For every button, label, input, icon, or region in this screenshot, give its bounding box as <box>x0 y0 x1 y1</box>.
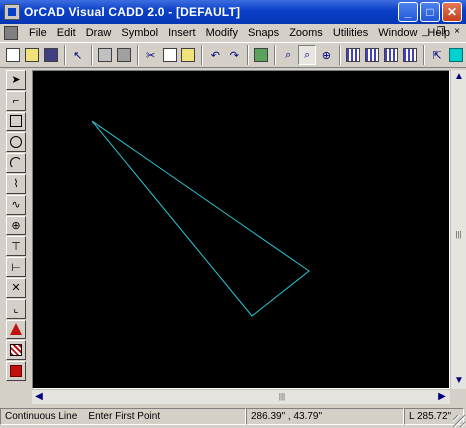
pointer-icon[interactable]: ➤ <box>6 70 26 90</box>
text-icon[interactable]: ⊢ <box>6 257 26 277</box>
copy-icon[interactable] <box>161 45 179 65</box>
menu-insert[interactable]: Insert <box>163 27 201 39</box>
maximize-button[interactable]: □ <box>420 2 440 22</box>
status-prompt: Enter First Point <box>88 411 161 422</box>
toolbar-separator <box>247 45 250 65</box>
properties-icon[interactable] <box>401 45 419 65</box>
app-icon[interactable] <box>4 4 20 20</box>
grid-icon[interactable] <box>344 45 362 65</box>
status-line-type: Continuous Line <box>5 411 78 422</box>
zoom-window-icon[interactable]: ⌕ <box>279 45 297 65</box>
toolbar-separator <box>63 45 66 65</box>
ortho-icon[interactable] <box>363 45 381 65</box>
mdi-close-button[interactable]: × <box>450 26 464 39</box>
print-icon[interactable] <box>96 45 114 65</box>
document-icon[interactable] <box>4 26 18 40</box>
toolbar-separator <box>201 45 204 65</box>
cut-icon[interactable]: ✂ <box>142 45 160 65</box>
toolbar-separator <box>274 45 277 65</box>
layers-icon[interactable] <box>252 45 270 65</box>
fill-icon[interactable] <box>6 361 26 381</box>
title-bar: OrCAD Visual CADD 2.0 - [DEFAULT] _ □ ✕ <box>0 0 466 24</box>
menu-snaps[interactable]: Snaps <box>243 27 284 39</box>
snap-icon[interactable] <box>382 45 400 65</box>
fillet-icon[interactable] <box>6 319 26 340</box>
scroll-up-icon[interactable]: ▲ <box>452 70 466 84</box>
menu-draw[interactable]: Draw <box>81 27 117 39</box>
drawing-svg <box>91 120 310 317</box>
toolbar-separator <box>136 45 139 65</box>
undo-icon[interactable]: ↶ <box>206 45 224 65</box>
save-icon[interactable] <box>42 45 60 65</box>
status-coordinates: 286.39" , 43.79" <box>246 408 404 425</box>
window-title: OrCAD Visual CADD 2.0 - [DEFAULT] <box>24 5 241 19</box>
toolbar-separator <box>423 45 426 65</box>
help-icon[interactable]: ⇱ <box>428 45 446 65</box>
redo-icon[interactable]: ↷ <box>225 45 243 65</box>
new-icon[interactable] <box>4 45 22 65</box>
point-icon[interactable]: ⊕ <box>6 215 26 236</box>
menu-symbol[interactable]: Symbol <box>116 27 163 39</box>
vertical-scrollbar[interactable]: ▲ ||| ▼ <box>450 70 466 389</box>
select-icon[interactable]: ↖ <box>69 45 87 65</box>
status-bar: Continuous Line Enter First Point 286.39… <box>0 405 466 428</box>
drawing-canvas[interactable] <box>32 70 450 389</box>
toolbar-separator <box>339 45 342 65</box>
menu-file[interactable]: File <box>24 27 52 39</box>
vertical-scroll-thumb[interactable]: ||| <box>452 230 465 244</box>
scroll-down-icon[interactable]: ▼ <box>452 374 466 388</box>
scroll-right-icon[interactable]: ▶ <box>435 390 449 404</box>
toolbar-separator <box>90 45 93 65</box>
mdi-minimize-button[interactable]: _ <box>418 26 432 39</box>
rectangle-icon[interactable] <box>6 111 26 132</box>
close-button[interactable]: ✕ <box>442 2 462 22</box>
triangle-shape[interactable] <box>91 120 310 317</box>
menu-edit[interactable]: Edit <box>52 27 81 39</box>
main-toolbar: ↖ ✂ ↶ ↷ ⌕ ⌕ ⊕ ⇱ <box>0 42 466 68</box>
dimension-icon[interactable]: ⊤ <box>6 236 26 257</box>
scroll-left-icon[interactable]: ◀ <box>32 390 46 404</box>
menu-utilities[interactable]: Utilities <box>328 27 373 39</box>
status-message: Continuous Line Enter First Point <box>0 408 246 425</box>
curve-icon[interactable]: ∿ <box>6 194 26 215</box>
window-controls: _ □ ✕ <box>398 2 462 22</box>
mdi-controls: _ ❐ × <box>418 26 464 39</box>
paste-icon[interactable] <box>180 45 198 65</box>
trim-icon[interactable]: ⌞ <box>6 298 26 319</box>
arc-icon[interactable] <box>6 153 26 173</box>
menu-zooms[interactable]: Zooms <box>284 27 328 39</box>
draw-tool-palette: ➤ ⌐ ⌇ ∿ ⊕ ⊤ ⊢ ✕ ⌞ <box>6 70 30 382</box>
zoom-in-icon[interactable]: ⊕ <box>317 45 335 65</box>
line-icon[interactable]: ⌐ <box>6 90 26 111</box>
resize-grip[interactable] <box>453 415 465 427</box>
open-icon[interactable] <box>23 45 41 65</box>
polyline-icon[interactable]: ⌇ <box>6 173 26 194</box>
horizontal-scroll-thumb[interactable]: ||| <box>276 391 288 403</box>
minimize-button[interactable]: _ <box>398 2 418 22</box>
menu-bar: File Edit Draw Symbol Insert Modify Snap… <box>0 24 466 42</box>
menu-modify[interactable]: Modify <box>201 27 243 39</box>
zoom-all-icon[interactable]: ⌕ <box>298 45 317 65</box>
horizontal-scrollbar[interactable]: ◀ ||| ▶ <box>32 389 450 404</box>
hatch-icon[interactable]: ✕ <box>6 277 26 298</box>
circle-icon[interactable] <box>6 132 26 153</box>
symbol-icon[interactable] <box>6 340 26 361</box>
menu-window[interactable]: Window <box>373 27 422 39</box>
print-preview-icon[interactable] <box>115 45 133 65</box>
color-icon[interactable] <box>447 45 465 65</box>
mdi-restore-button[interactable]: ❐ <box>434 26 448 39</box>
